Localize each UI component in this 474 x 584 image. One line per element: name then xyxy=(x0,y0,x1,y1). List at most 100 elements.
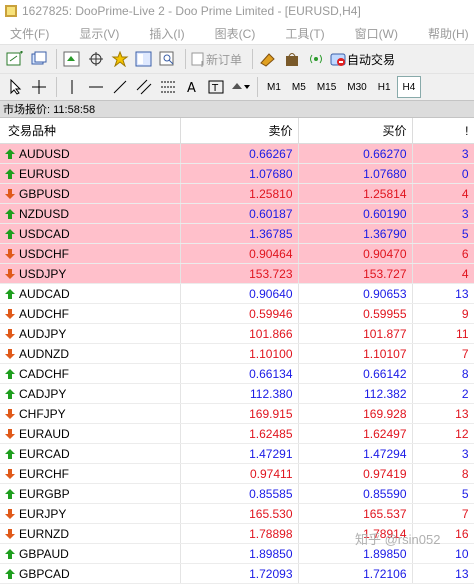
market-watch-title: 市场报价: 11:58:58 xyxy=(3,104,96,116)
down-arrow-icon xyxy=(5,189,15,200)
symbol-cell[interactable]: AUDCAD xyxy=(0,283,181,304)
symbol-cell[interactable]: NZDUSD xyxy=(0,203,181,224)
bid-cell: 1.72093 xyxy=(180,563,299,584)
market-watch-button[interactable] xyxy=(61,48,83,70)
table-row[interactable]: AUDCHF 0.59946 0.59955 9 xyxy=(0,303,474,324)
timeframe-m1[interactable]: M1 xyxy=(262,77,286,97)
table-row[interactable]: AUDUSD 0.66267 0.66270 3 xyxy=(0,143,474,164)
horizontal-line-button[interactable] xyxy=(85,76,107,98)
table-row[interactable]: CADCHF 0.66134 0.66142 8 xyxy=(0,363,474,384)
crosshair-button[interactable] xyxy=(85,48,107,70)
timeframe-m5[interactable]: M5 xyxy=(287,77,311,97)
table-row[interactable]: USDJPY 153.723 153.727 4 xyxy=(0,263,474,284)
bid-cell: 1.10100 xyxy=(180,343,299,364)
market-button[interactable] xyxy=(281,48,303,70)
symbol-cell[interactable]: EURJPY xyxy=(0,503,181,524)
strategy-tester-button[interactable] xyxy=(157,48,179,70)
menu-window[interactable]: 窗口(W) xyxy=(355,25,398,42)
menu-tools[interactable]: 工具(T) xyxy=(285,25,324,42)
symbol-cell[interactable]: GBPUSD xyxy=(0,183,181,204)
timeframe-m30[interactable]: M30 xyxy=(342,77,371,97)
spread-cell: 3 xyxy=(412,143,474,164)
symbol-cell[interactable]: GBPAUD xyxy=(0,543,181,564)
menu-charts[interactable]: 图表(C) xyxy=(215,25,256,42)
menu-view[interactable]: 显示(V) xyxy=(79,25,119,42)
cursor-button[interactable] xyxy=(4,76,26,98)
ask-cell: 1.07680 xyxy=(298,163,413,184)
spread-cell: 4 xyxy=(412,183,474,204)
table-row[interactable]: AUDCAD 0.90640 0.90653 13 xyxy=(0,283,474,304)
table-row[interactable]: EURAUD 1.62485 1.62497 12 xyxy=(0,423,474,444)
table-row[interactable]: GBPUSD 1.25810 1.25814 4 xyxy=(0,183,474,204)
ask-cell: 1.25814 xyxy=(298,183,413,204)
symbol-cell[interactable]: EURAUD xyxy=(0,423,181,444)
symbol-cell[interactable]: CADCHF xyxy=(0,363,181,384)
symbol-cell[interactable]: EURCHF xyxy=(0,463,181,484)
menu-help[interactable]: 帮助(H) xyxy=(428,25,469,42)
timeframe-h1[interactable]: H1 xyxy=(373,77,396,97)
trendline-button[interactable] xyxy=(109,76,131,98)
table-row[interactable]: USDCHF 0.90464 0.90470 6 xyxy=(0,243,474,264)
symbol-name: GBPAUD xyxy=(19,546,69,561)
symbol-cell[interactable]: GBPCAD xyxy=(0,563,181,584)
up-arrow-icon xyxy=(5,169,15,180)
column-ask[interactable]: 买价 xyxy=(298,118,413,144)
column-symbol[interactable]: 交易品种 xyxy=(0,118,181,144)
symbol-cell[interactable]: EURNZD xyxy=(0,523,181,544)
table-row[interactable]: GBPCAD 1.72093 1.72106 13 xyxy=(0,563,474,584)
signals-button[interactable] xyxy=(305,48,327,70)
bid-cell: 0.85585 xyxy=(180,483,299,504)
equidistant-channel-button[interactable] xyxy=(133,76,155,98)
table-row[interactable]: EURCHF 0.97411 0.97419 8 xyxy=(0,463,474,484)
timeframe-m15[interactable]: M15 xyxy=(312,77,341,97)
symbol-cell[interactable]: EURUSD xyxy=(0,163,181,184)
table-row[interactable]: AUDNZD 1.10100 1.10107 7 xyxy=(0,343,474,364)
metaeditor-button[interactable] xyxy=(257,48,279,70)
table-row[interactable]: USDCAD 1.36785 1.36790 5 xyxy=(0,223,474,244)
vertical-line-button[interactable] xyxy=(61,76,83,98)
symbol-cell[interactable]: USDJPY xyxy=(0,263,181,284)
profiles-button[interactable] xyxy=(28,48,50,70)
table-row[interactable]: EURUSD 1.07680 1.07680 0 xyxy=(0,163,474,184)
crosshair-tool-button[interactable] xyxy=(28,76,50,98)
symbol-cell[interactable]: AUDUSD xyxy=(0,143,181,164)
down-arrow-icon xyxy=(5,349,15,360)
menu-insert[interactable]: 插入(I) xyxy=(149,25,184,42)
symbol-cell[interactable]: USDCHF xyxy=(0,243,181,264)
magnifier-chart-icon xyxy=(159,51,174,66)
symbol-cell[interactable]: CADJPY xyxy=(0,383,181,404)
table-row[interactable]: EURJPY 165.530 165.537 7 xyxy=(0,503,474,524)
column-bid[interactable]: 卖价 xyxy=(180,118,299,144)
new-chart-button[interactable] xyxy=(4,48,26,70)
bid-cell: 165.530 xyxy=(180,503,299,524)
spread-cell: 11 xyxy=(412,323,474,344)
table-row[interactable]: NZDUSD 0.60187 0.60190 3 xyxy=(0,203,474,224)
vertical-line-icon xyxy=(71,80,73,94)
timeframe-h4[interactable]: H4 xyxy=(396,76,422,98)
favorites-button[interactable] xyxy=(109,48,131,70)
table-row[interactable]: EURGBP 0.85585 0.85590 5 xyxy=(0,483,474,504)
up-arrow-icon xyxy=(5,489,15,500)
column-spread[interactable]: ! xyxy=(412,118,474,144)
text-label-button[interactable]: T xyxy=(205,76,227,98)
table-row[interactable]: CHFJPY 169.915 169.928 13 xyxy=(0,403,474,424)
arrows-button[interactable] xyxy=(229,76,251,98)
symbol-cell[interactable]: EURGBP xyxy=(0,483,181,504)
fibonacci-button[interactable] xyxy=(157,76,179,98)
symbol-cell[interactable]: EURCAD xyxy=(0,443,181,464)
auto-trading-button[interactable]: 自动交易 xyxy=(329,51,395,68)
symbol-cell[interactable]: USDCAD xyxy=(0,223,181,244)
ask-cell: 0.66142 xyxy=(298,363,413,384)
table-row[interactable]: EURCAD 1.47291 1.47294 3 xyxy=(0,443,474,464)
symbol-cell[interactable]: AUDCHF xyxy=(0,303,181,324)
table-row[interactable]: AUDJPY 101.866 101.877 11 xyxy=(0,323,474,344)
table-row[interactable]: CADJPY 112.380 112.382 2 xyxy=(0,383,474,404)
new-order-button[interactable]: 新订单 xyxy=(190,51,242,68)
symbol-cell[interactable]: AUDJPY xyxy=(0,323,181,344)
navigator-button[interactable] xyxy=(133,48,155,70)
symbol-cell[interactable]: CHFJPY xyxy=(0,403,181,424)
menu-file[interactable]: 文件(F) xyxy=(10,25,49,42)
text-tool-button[interactable]: A xyxy=(181,76,203,98)
symbol-cell[interactable]: AUDNZD xyxy=(0,343,181,364)
spread-cell: 9 xyxy=(412,303,474,324)
